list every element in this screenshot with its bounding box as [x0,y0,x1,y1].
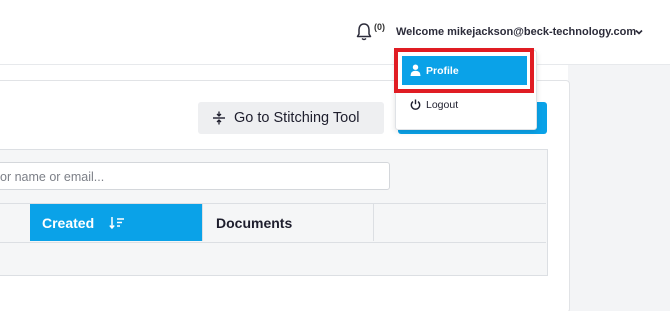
column-header-created[interactable]: Created [30,204,202,241]
stitching-button-label: Go to Stitching Tool [234,110,360,126]
go-to-stitching-tool-button[interactable]: Go to Stitching Tool [198,102,384,134]
notification-count: (0) [374,22,385,32]
chevron-down-icon[interactable] [634,27,644,37]
user-menu-trigger[interactable]: Welcome mikejackson@beck-technology.com [396,26,636,38]
column-header-documents-label: Documents [216,215,293,231]
search-placeholder: or name or email... [0,170,105,184]
split-icon [213,111,225,125]
column-header-created-label: Created [42,215,95,231]
bell-icon[interactable] [355,22,373,42]
menu-item-logout[interactable]: Logout [402,92,527,118]
power-icon [410,99,421,110]
sort-descending-icon[interactable] [109,216,125,230]
column-header-documents[interactable]: Documents [202,204,374,241]
highlight-box [394,48,534,93]
menu-item-logout-label: Logout [426,99,459,111]
right-panel [568,65,670,311]
page: (0) Welcome mikejackson@beck-technology.… [0,0,670,311]
